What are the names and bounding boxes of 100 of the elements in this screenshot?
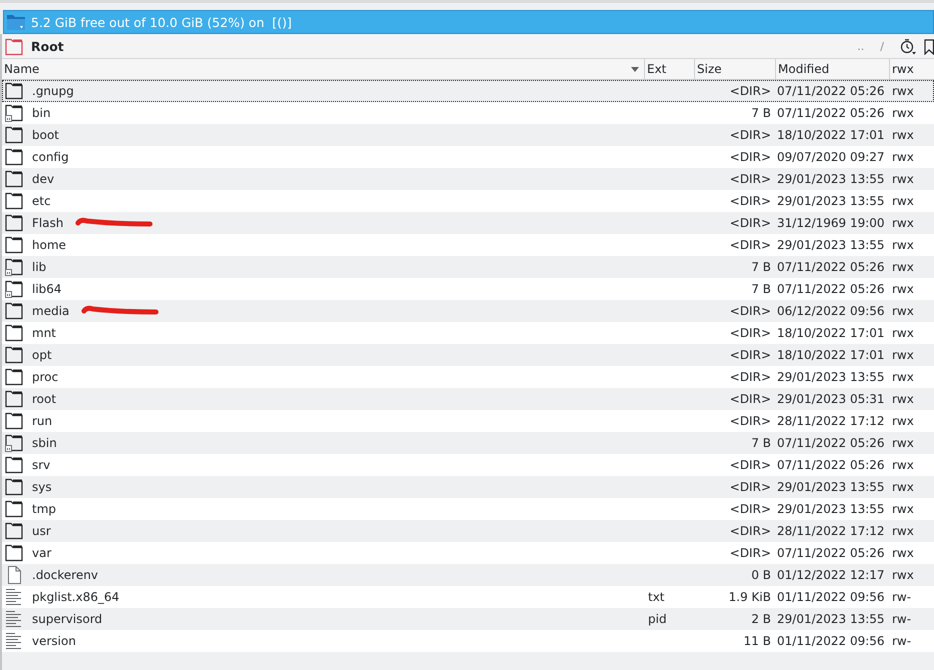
file-name: .dockerenv [32, 568, 98, 582]
file-name: run [32, 414, 52, 428]
modified-date: 07/11/2022 05:26 [776, 282, 885, 296]
modified-date: 29/01/2023 13:55 [776, 370, 885, 384]
file-row[interactable]: var <DIR> 07/11/2022 05:26 rwx [2, 542, 934, 564]
file-row[interactable]: pkglist.x86_64 txt 1.9 KiB 01/11/2022 09:56 rw- [2, 586, 934, 608]
file-name: version [32, 634, 76, 648]
file-row[interactable]: etc <DIR> 29/01/2023 13:55 rwx [2, 190, 934, 212]
file-name: lib [32, 260, 46, 274]
file-name: root [32, 392, 56, 406]
permissions: rw- [891, 590, 912, 604]
file-size: <DIR> [730, 150, 772, 164]
file-size: 7 B [751, 436, 772, 450]
file-icon [5, 566, 23, 584]
folder-icon [5, 390, 23, 408]
file-row[interactable]: proc <DIR> 29/01/2023 13:55 rwx [2, 366, 934, 388]
current-path: Root [31, 39, 64, 54]
permissions: rwx [891, 524, 914, 538]
file-size: 1.9 KiB [728, 590, 772, 604]
folder-icon [7, 14, 25, 30]
folder-icon [5, 82, 23, 100]
file-row[interactable]: lib64 7 B 07/11/2022 05:26 rwx [2, 278, 934, 300]
folder-icon [5, 346, 23, 364]
modified-date: 18/10/2022 17:01 [776, 326, 885, 340]
permissions: rwx [891, 106, 914, 120]
file-name: media [32, 304, 70, 318]
column-header[interactable]: Size [694, 59, 775, 79]
file-name: srv [32, 458, 50, 472]
file-name: bin [32, 106, 51, 120]
modified-date: 01/12/2022 12:17 [776, 568, 885, 582]
permissions: rwx [891, 414, 914, 428]
permissions: rwx [891, 238, 914, 252]
file-size: <DIR> [730, 458, 772, 472]
file-name: usr [32, 524, 51, 538]
file-row[interactable]: run <DIR> 28/11/2022 17:12 rwx [2, 410, 934, 432]
file-row[interactable]: home <DIR> 29/01/2023 13:55 rwx [2, 234, 934, 256]
folder-icon [5, 192, 23, 210]
column-header[interactable]: Name [2, 59, 644, 79]
file-row[interactable]: config <DIR> 09/07/2020 09:27 rwx [2, 146, 934, 168]
permissions: rwx [891, 84, 914, 98]
permissions: rwx [891, 480, 914, 494]
modified-date: 29/01/2023 13:55 [776, 194, 885, 208]
column-header[interactable]: Modified [775, 59, 889, 79]
permissions: rwx [891, 128, 914, 142]
text-file-icon [5, 610, 23, 628]
text-file-icon [5, 632, 23, 650]
modified-date: 07/11/2022 05:26 [776, 260, 885, 274]
bookmark-icon[interactable] [924, 38, 934, 54]
file-size: <DIR> [730, 480, 772, 494]
file-name: pkglist.x86_64 [32, 590, 120, 604]
modified-date: 07/11/2022 05:26 [776, 84, 885, 98]
file-row[interactable]: bin 7 B 07/11/2022 05:26 rwx [2, 102, 934, 124]
permissions: rw- [891, 612, 912, 626]
column-header[interactable]: Ext [644, 59, 694, 79]
file-name: proc [32, 370, 58, 384]
folder-icon [5, 38, 23, 56]
modified-date: 09/07/2020 09:27 [776, 150, 885, 164]
modified-date: 18/10/2022 17:01 [776, 128, 885, 142]
file-row[interactable]: tmp <DIR> 29/01/2023 13:55 rwx [2, 498, 934, 520]
file-row[interactable]: version 11 B 01/11/2022 09:56 rw- [2, 630, 934, 652]
file-size: <DIR> [730, 414, 772, 428]
permissions: rwx [891, 304, 914, 318]
file-name: mnt [32, 326, 56, 340]
file-row[interactable]: srv <DIR> 07/11/2022 05:26 rwx [2, 454, 934, 476]
column-header[interactable]: rwx [889, 59, 934, 79]
file-size: <DIR> [730, 304, 772, 318]
file-name: boot [32, 128, 60, 142]
modified-date: 29/01/2023 05:31 [776, 392, 885, 406]
permissions: rwx [891, 502, 914, 516]
folder-link-icon [5, 280, 23, 298]
modified-date: 29/01/2023 13:55 [776, 172, 885, 186]
modified-date: 29/01/2023 13:55 [776, 502, 885, 516]
permissions: rwx [891, 172, 914, 186]
permissions: rwx [891, 546, 914, 560]
free-space-text: 5.2 GiB free out of 10.0 GiB (52%) on [()] [31, 14, 292, 30]
modified-date: 06/12/2022 09:56 [776, 304, 885, 318]
folder-icon [5, 126, 23, 144]
folder-icon [5, 324, 23, 342]
file-extension: txt [647, 590, 665, 604]
file-size: <DIR> [730, 370, 772, 384]
file-size: <DIR> [730, 172, 772, 186]
stopwatch-icon[interactable] [900, 38, 916, 54]
folder-link-icon [5, 258, 23, 276]
file-name: sys [32, 480, 52, 494]
file-row[interactable]: mnt <DIR> 18/10/2022 17:01 rwx [2, 322, 934, 344]
file-size: 2 B [751, 612, 772, 626]
file-size: 7 B [751, 260, 772, 274]
text-file-icon [5, 588, 23, 606]
folder-icon [5, 456, 23, 474]
sort-arrow-icon [631, 66, 639, 72]
file-extension: pid [647, 612, 667, 626]
folder-link-icon [5, 104, 23, 122]
modified-date: 07/11/2022 05:26 [776, 458, 885, 472]
modified-date: 29/01/2023 13:55 [776, 480, 885, 494]
modified-date: 29/01/2023 13:55 [776, 238, 885, 252]
file-row[interactable]: .gnupg <DIR> 07/11/2022 05:26 rwx [2, 80, 934, 102]
file-size: 11 B [744, 634, 772, 648]
modified-date: 07/11/2022 05:26 [776, 546, 885, 560]
permissions: rwx [891, 260, 914, 274]
permissions: rwx [891, 458, 914, 472]
